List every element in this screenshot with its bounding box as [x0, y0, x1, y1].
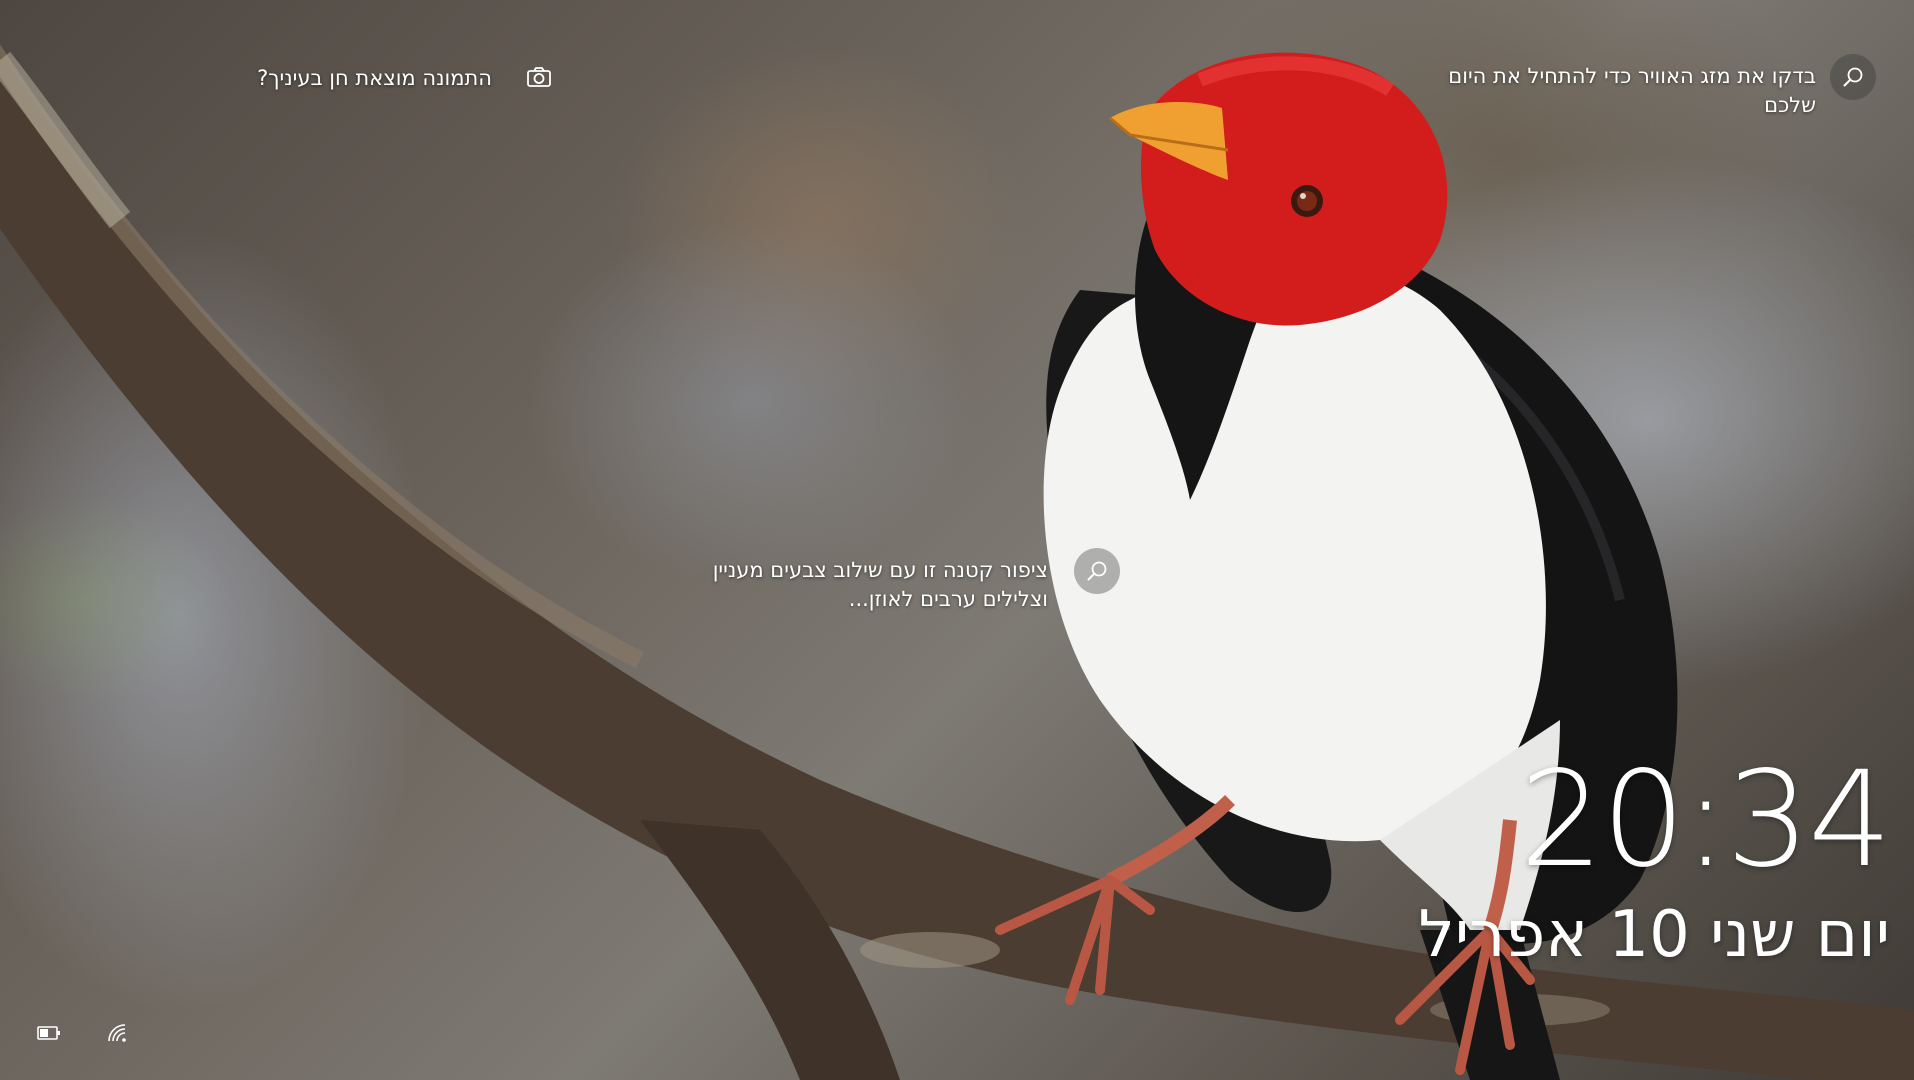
photo-feedback-label: התמונה מוצאת חן בעיניך? — [257, 66, 492, 90]
camera-icon — [527, 67, 551, 87]
battery-status[interactable] — [34, 1018, 64, 1048]
bird-info-tip[interactable]: ציפור קטנה זו עם שילוב צבעים מעניין וצלי… — [660, 548, 1122, 620]
weather-search-button[interactable] — [1830, 54, 1876, 100]
battery-icon — [37, 1026, 60, 1040]
search-icon — [1087, 561, 1107, 581]
weather-tip[interactable]: בדקו את מזג האוויר כדי להתחיל את היום של… — [1380, 52, 1876, 124]
clock-date: יום שני 10 אפריל — [1418, 898, 1890, 972]
weather-tip-label: בדקו את מזג האוויר כדי להתחיל את היום של… — [1448, 64, 1816, 117]
eye-glint — [1300, 193, 1306, 199]
photo-feedback[interactable]: התמונה מוצאת חן בעיניך? — [230, 60, 560, 100]
clock-time: 20:34 — [1519, 743, 1892, 897]
camera-button[interactable] — [518, 56, 560, 98]
wifi-icon — [108, 1024, 126, 1042]
bird-iris — [1297, 191, 1317, 211]
search-icon — [1843, 67, 1863, 87]
bird-search-button[interactable] — [1074, 548, 1120, 594]
bird-info-label: ציפור קטנה זו עם שילוב צבעים מעניין וצלי… — [712, 558, 1048, 611]
network-status[interactable] — [102, 1018, 132, 1048]
bark-patch — [860, 932, 1000, 968]
